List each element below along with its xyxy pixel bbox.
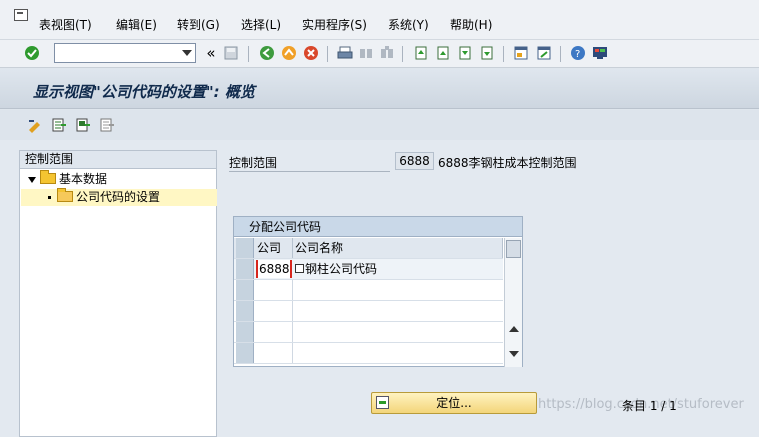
table-row	[234, 280, 503, 301]
first-page-icon[interactable]	[412, 44, 430, 62]
history-back-icon[interactable]: «	[202, 44, 220, 62]
page-title: 显示视图"公司代码的设置": 概览	[33, 83, 255, 101]
exit-icon[interactable]	[280, 44, 298, 62]
row-selector[interactable]	[236, 301, 254, 321]
print-icon[interactable]	[336, 44, 354, 62]
menu-help[interactable]: 帮助(H)	[450, 16, 492, 33]
position-button[interactable]: 定位...	[371, 392, 537, 414]
application-toolbar	[0, 110, 759, 140]
table-header-row: 公司 公司名称	[234, 238, 503, 259]
scroll-up-icon[interactable]	[509, 326, 519, 332]
company-input[interactable]: 6888	[256, 260, 292, 278]
table-row	[234, 343, 503, 364]
expand-triangle-icon[interactable]	[28, 176, 36, 183]
tree-node-basic-data[interactable]: 基本数据	[28, 170, 108, 188]
table-row	[234, 301, 503, 322]
enter-icon[interactable]	[23, 44, 41, 62]
tree-node-company-code-settings[interactable]: 公司代码的设置	[21, 188, 217, 206]
menu-bar: 表视图(T) 编辑(E) 转到(G) 选择(L) 实用程序(S) 系统(Y) 帮…	[0, 0, 759, 40]
scroll-down-icon[interactable]	[509, 351, 519, 357]
company-name-cell	[293, 301, 503, 321]
tree-node-label: 基本数据	[59, 172, 108, 186]
table-title: 分配公司代码	[234, 217, 522, 237]
entry-counter: 条目 1 / 1	[622, 399, 677, 413]
select-all-icon[interactable]	[50, 116, 68, 134]
row-selector[interactable]	[236, 322, 254, 342]
company-name-cell	[293, 322, 503, 342]
command-field[interactable]	[54, 43, 196, 63]
menu-utilities[interactable]: 实用程序(S)	[302, 16, 367, 33]
chevron-down-icon[interactable]	[182, 50, 192, 56]
toolbar-separator	[402, 46, 403, 62]
company-name-cell	[293, 343, 503, 363]
toolbar-separator	[560, 46, 561, 62]
toolbar-separator	[503, 46, 504, 62]
copy-icon	[295, 264, 304, 273]
customize-layout-icon[interactable]	[591, 44, 609, 62]
table-row	[234, 322, 503, 343]
system-menu-icon[interactable]	[14, 9, 28, 21]
menu-edit[interactable]: 编辑(E)	[116, 16, 157, 33]
label-underline	[229, 171, 390, 172]
menu-select[interactable]: 选择(L)	[241, 16, 281, 33]
save-icon[interactable]	[222, 44, 240, 62]
next-page-icon[interactable]	[456, 44, 474, 62]
company-cell[interactable]	[255, 322, 293, 342]
standard-toolbar: « ?	[0, 40, 759, 68]
position-button-label: 定位...	[436, 396, 472, 410]
bullet-icon	[48, 196, 51, 199]
folder-open-icon	[57, 188, 73, 202]
control-area-label: 控制范围	[229, 156, 278, 170]
folder-icon	[40, 170, 56, 184]
cancel-icon[interactable]	[302, 44, 320, 62]
company-cell[interactable]	[255, 343, 293, 363]
row-selector[interactable]	[236, 343, 254, 363]
previous-page-icon[interactable]	[434, 44, 452, 62]
main-area: 控制范围 基本数据 公司代码的设置 控制范围 6888 6888李钢柱成本控制范…	[0, 140, 759, 437]
table-vertical-scrollbar[interactable]	[504, 238, 522, 367]
column-header-company-name[interactable]: 公司名称	[293, 238, 503, 258]
deselect-all-icon[interactable]	[98, 116, 116, 134]
company-cell[interactable]	[255, 301, 293, 321]
control-area-description: 6888李钢柱成本控制范围	[438, 156, 577, 170]
back-icon[interactable]	[258, 44, 276, 62]
company-cell[interactable]	[255, 280, 293, 300]
select-all-cell[interactable]	[236, 238, 254, 258]
tree-node-label: 公司代码的设置	[76, 190, 161, 204]
find-icon[interactable]	[357, 44, 375, 62]
help-icon[interactable]: ?	[569, 44, 587, 62]
menu-system[interactable]: 系统(Y)	[388, 16, 429, 33]
menu-table-view[interactable]: 表视图(T)	[39, 16, 92, 33]
position-icon	[376, 396, 389, 409]
row-selector[interactable]	[236, 259, 254, 279]
create-session-icon[interactable]	[512, 44, 530, 62]
display-change-icon[interactable]	[26, 116, 44, 134]
tree-header: 控制范围	[20, 151, 216, 169]
svg-text:?: ?	[575, 49, 580, 60]
assign-company-code-table: 分配公司代码 公司 公司名称 6888 钢柱公司代码	[233, 216, 523, 367]
menu-goto[interactable]: 转到(G)	[177, 16, 220, 33]
find-next-icon[interactable]	[378, 44, 396, 62]
toolbar-separator	[248, 46, 249, 62]
shortcut-icon[interactable]	[535, 44, 553, 62]
navigation-tree: 控制范围 基本数据 公司代码的设置	[19, 150, 217, 437]
company-name-cell: 钢柱公司代码	[293, 259, 503, 279]
command-input[interactable]	[55, 44, 175, 62]
row-selector[interactable]	[236, 280, 254, 300]
table-row: 6888 钢柱公司代码	[234, 259, 503, 280]
toolbar-separator	[327, 46, 328, 62]
column-header-company[interactable]: 公司	[255, 238, 293, 258]
last-page-icon[interactable]	[478, 44, 496, 62]
company-name-text: 钢柱公司代码	[305, 262, 378, 276]
company-name-cell	[293, 280, 503, 300]
control-area-field: 6888	[395, 152, 434, 170]
scrollbar-thumb[interactable]	[506, 240, 521, 258]
title-bar: 显示视图"公司代码的设置": 概览	[0, 69, 759, 109]
select-block-icon[interactable]	[74, 116, 92, 134]
